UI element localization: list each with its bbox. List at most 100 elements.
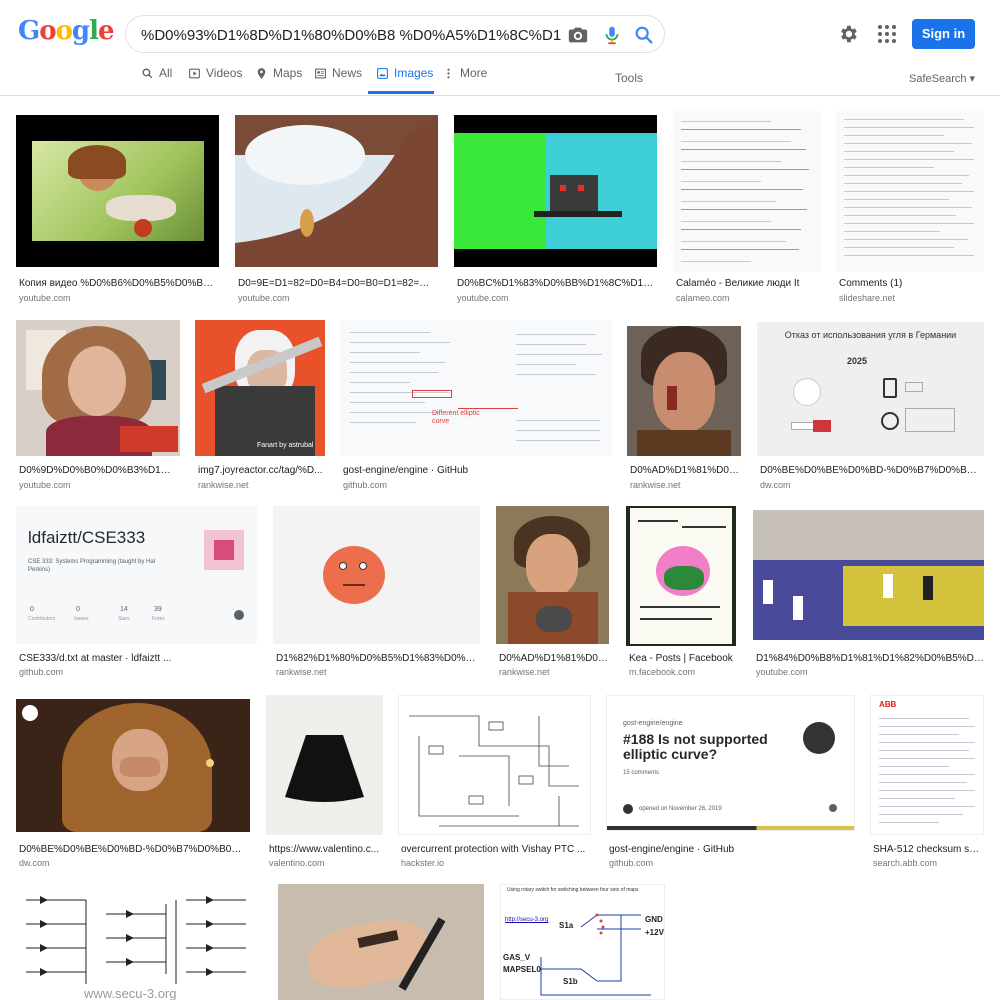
result-thumbnail[interactable]: [16, 699, 250, 832]
search-icon[interactable]: [633, 24, 655, 46]
result-thumbnail[interactable]: [398, 695, 591, 835]
repo-description: CSE 333: Systems Programming (taught by …: [28, 559, 156, 573]
microphone-icon[interactable]: [601, 24, 623, 46]
result-thumbnail[interactable]: [16, 320, 180, 456]
result-thumbnail[interactable]: Using rotary switch for switching betwee…: [500, 884, 665, 1000]
result-title[interactable]: Calaméo - Великие люди It: [676, 278, 821, 289]
image-result[interactable]: D0%9D%D0%B0%D0%B3%D1%80%... youtube.com: [16, 320, 180, 492]
image-result[interactable]: Копия видео %D0%B6%D0%B5%D0%BD%D... yout…: [16, 111, 219, 306]
image-result[interactable]: D0%AD%D1%81%D0%B... rankwise.net: [627, 320, 741, 492]
result-title[interactable]: D0%BE%D0%BE%D0%BD-%D0%B7%D0%B0%D1%8...: [760, 465, 982, 476]
result-thumbnail[interactable]: ABB: [870, 695, 984, 835]
image-result[interactable]: Fanart by astrubal img7.joyreactor.cc/ta…: [195, 320, 325, 492]
result-source: m.facebook.com: [629, 667, 696, 677]
result-thumbnail[interactable]: [266, 695, 383, 835]
image-result[interactable]: Different elliptic curve gost-engine/eng…: [340, 320, 612, 492]
result-title[interactable]: SHA-512 checksum su...: [873, 844, 983, 855]
apps-grid-icon[interactable]: [877, 24, 897, 44]
issue-title: #188 Is not supported elliptic curve?: [623, 731, 768, 762]
camera-icon[interactable]: [567, 24, 589, 46]
result-title[interactable]: gost-engine/engine · GitHub: [343, 465, 611, 476]
image-result[interactable]: https://www.valentino.c... valentino.com: [266, 695, 383, 870]
result-title[interactable]: Comments (1): [839, 278, 984, 289]
result-thumbnail[interactable]: [16, 115, 219, 267]
result-title[interactable]: CSE333/d.txt at master · ldfaiztt ...: [19, 653, 255, 664]
image-result[interactable]: D1%84%D0%B8%D1%81%D1%82%D0%B5%D0%B2... y…: [753, 506, 984, 678]
image-result[interactable]: ABB SHA-512 checksum su... search.abb.co…: [870, 695, 984, 870]
image-result[interactable]: Calaméo - Великие люди It calameo.com: [673, 111, 821, 306]
result-thumbnail[interactable]: Отказ от использования угля в Германии 2…: [757, 322, 984, 456]
image-result[interactable]: D0%BE%D0%BE%D0%BD-%D0%B7%D0%B0%D1%8F... …: [16, 695, 250, 870]
result-title[interactable]: D0=9E=D1=82=D0=B4=D0=B0=D1=82=D1=8...: [238, 278, 436, 289]
image-result[interactable]: [278, 884, 484, 1000]
image-result[interactable]: Отказ от использования угля в Германии 2…: [757, 320, 984, 492]
result-title[interactable]: Kea - Posts | Facebook: [629, 653, 736, 664]
search-icon: [142, 68, 153, 79]
image-result[interactable]: www.secu-3.org: [16, 884, 263, 1000]
watermark: www.secu-3.org: [84, 986, 177, 1000]
result-title[interactable]: D0%BC%D1%83%D0%BB%D1%8C%D1%82%...: [457, 278, 655, 289]
tab-label: Videos: [206, 66, 243, 80]
tab-images[interactable]: Images: [368, 66, 434, 94]
result-thumbnail[interactable]: Fanart by astrubal: [195, 320, 325, 456]
tools-button[interactable]: Tools: [615, 71, 643, 85]
image-result[interactable]: overcurrent protection with Vishay PTC .…: [398, 695, 591, 870]
skirt-shape: [285, 735, 364, 802]
video-icon: [189, 68, 200, 79]
tab-more[interactable]: More: [442, 66, 487, 94]
result-title[interactable]: D0%BE%D0%BE%D0%BD-%D0%B7%D0%B0%D1%8F...: [19, 844, 249, 855]
result-thumbnail[interactable]: www.secu-3.org: [16, 884, 263, 1000]
result-thumbnail[interactable]: [273, 506, 480, 644]
image-result[interactable]: gost-engine/engine #188 Is not supported…: [606, 695, 855, 870]
result-title[interactable]: D1%84%D0%B8%D1%81%D1%82%D0%B5%D0%B2...: [756, 653, 984, 664]
result-thumbnail[interactable]: [673, 111, 821, 272]
issue-repo: gost-engine/engine: [623, 720, 683, 727]
image-result[interactable]: Kea - Posts | Facebook m.facebook.com: [626, 506, 736, 678]
google-doodle-logo[interactable]: Google: [18, 16, 115, 48]
result-thumbnail[interactable]: [235, 115, 438, 267]
result-thumbnail[interactable]: [278, 884, 484, 1000]
result-source: youtube.com: [19, 293, 71, 303]
result-title[interactable]: D0%9D%D0%B0%D0%B3%D1%80%...: [19, 465, 179, 476]
tab-all[interactable]: All: [141, 66, 172, 94]
header-bar: Google Sign in All Videos Maps News Imag…: [0, 0, 1000, 96]
result-title[interactable]: img7.joyreactor.cc/tag/%D...: [198, 465, 324, 476]
tab-news[interactable]: News: [314, 66, 362, 94]
repo-stat-label: Contributors: [28, 616, 56, 622]
repo-stat: 0: [76, 606, 80, 613]
result-thumbnail[interactable]: [454, 115, 657, 267]
image-result[interactable]: ldfaiztt/CSE333 CSE 333: Systems Program…: [16, 506, 257, 678]
image-result[interactable]: Comments (1) slideshare.net: [836, 111, 984, 306]
result-title[interactable]: overcurrent protection with Vishay PTC .…: [401, 844, 591, 855]
tab-videos[interactable]: Videos: [188, 66, 242, 94]
circuit-schematic: [409, 715, 579, 827]
result-thumbnail[interactable]: Different elliptic curve: [340, 320, 612, 456]
repo-stat: 14: [120, 606, 128, 613]
result-thumbnail[interactable]: [496, 506, 609, 644]
result-title[interactable]: D1%82%D1%80%D0%B5%D1%83%D0%B3%D...: [276, 653, 479, 664]
image-result[interactable]: Using rotary switch for switching betwee…: [500, 884, 665, 1000]
search-input[interactable]: [141, 24, 561, 46]
result-thumbnail[interactable]: [753, 510, 984, 640]
sign-in-button[interactable]: Sign in: [912, 19, 975, 49]
image-result[interactable]: D0%AD%D1%81%D0%B... rankwise.net: [496, 506, 609, 678]
result-title[interactable]: D0%AD%D1%81%D0%B...: [499, 653, 609, 664]
result-source: youtube.com: [457, 293, 509, 303]
result-thumbnail[interactable]: [627, 326, 741, 456]
image-result[interactable]: D0=9E=D1=82=D0=B4=D0=B0=D1=82=D1=8... yo…: [235, 111, 438, 306]
result-thumbnail[interactable]: gost-engine/engine #188 Is not supported…: [606, 695, 855, 831]
gear-icon[interactable]: [837, 23, 859, 45]
result-thumbnail[interactable]: [626, 506, 736, 646]
result-thumbnail[interactable]: ldfaiztt/CSE333 CSE 333: Systems Program…: [16, 506, 257, 644]
safesearch-dropdown[interactable]: SafeSearch ▾: [909, 72, 975, 85]
image-result[interactable]: D0%BC%D1%83%D0%BB%D1%8C%D1%82%... youtub…: [454, 111, 657, 306]
result-source: youtube.com: [238, 293, 290, 303]
tab-maps[interactable]: Maps: [255, 66, 302, 94]
image-result[interactable]: D1%82%D1%80%D0%B5%D1%83%D0%B3%D... rankw…: [273, 506, 480, 678]
result-thumbnail[interactable]: [836, 111, 984, 272]
result-title[interactable]: gost-engine/engine · GitHub: [609, 844, 854, 855]
result-title[interactable]: D0%AD%D1%81%D0%B...: [630, 465, 740, 476]
result-source: rankwise.net: [198, 480, 249, 490]
result-title[interactable]: https://www.valentino.c...: [269, 844, 383, 855]
result-title[interactable]: Копия видео %D0%B6%D0%B5%D0%BD%D...: [19, 278, 217, 289]
